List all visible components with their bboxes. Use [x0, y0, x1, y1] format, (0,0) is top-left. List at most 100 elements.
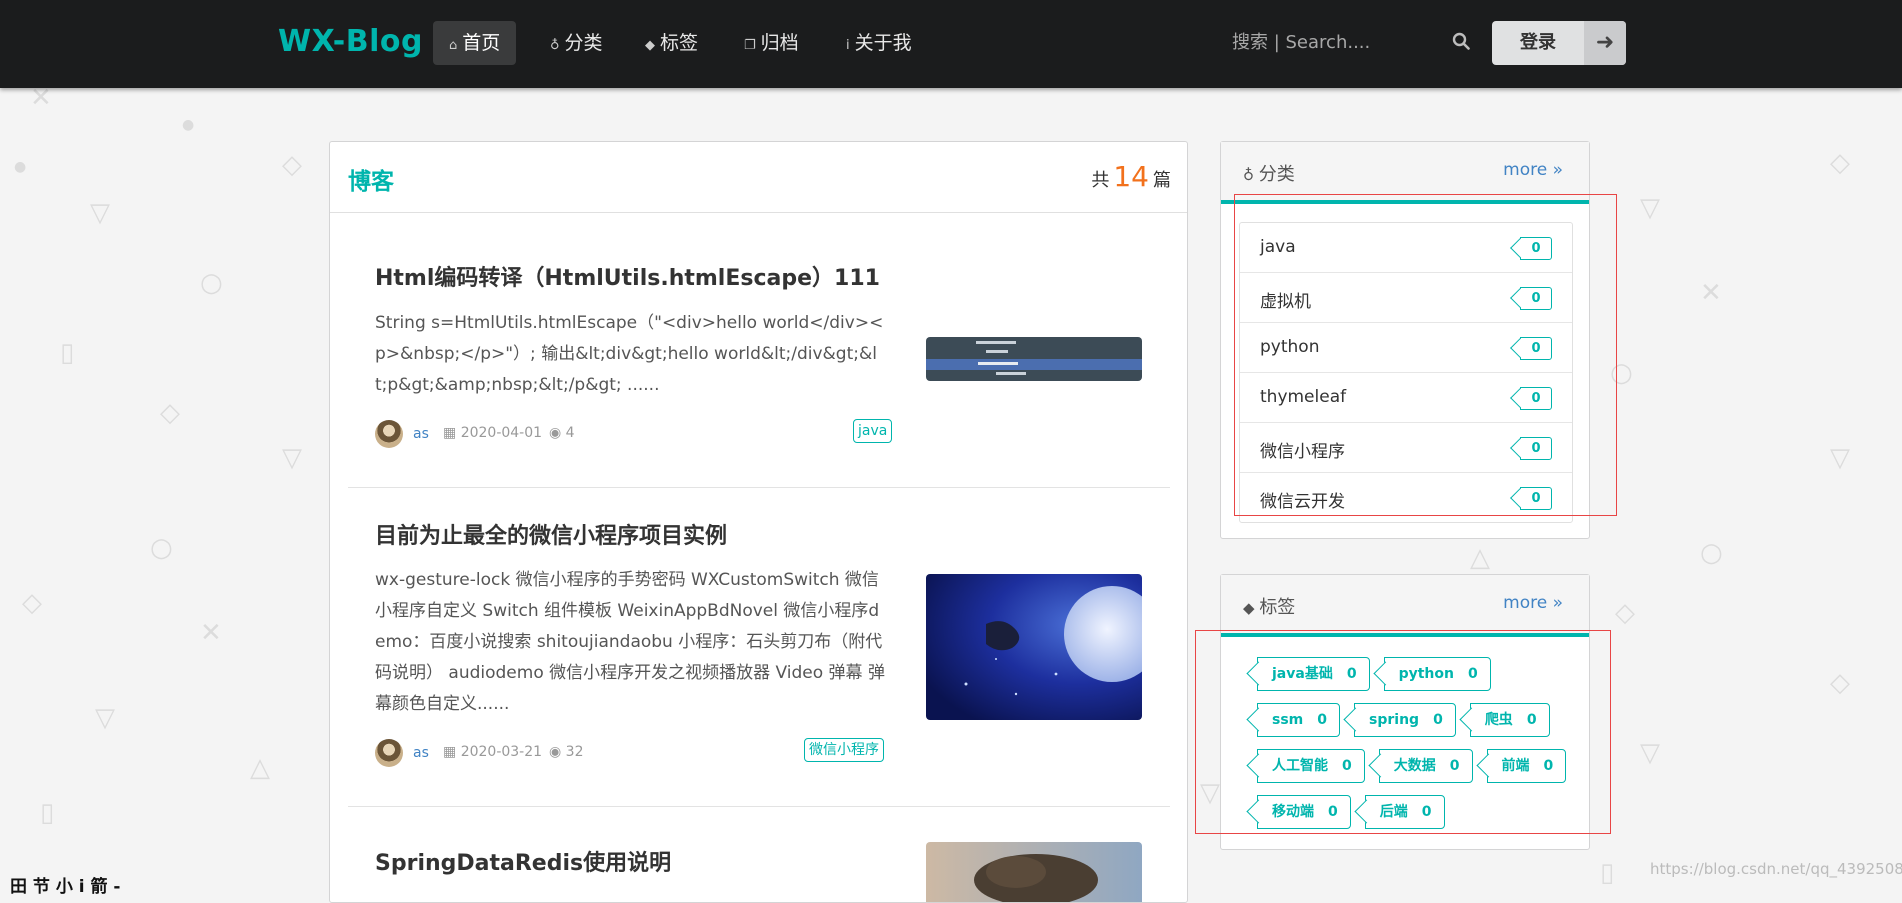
bg-shape: ○ — [150, 533, 173, 563]
count-prefix: 共 — [1091, 170, 1110, 191]
login-label: 登录 — [1520, 32, 1556, 53]
info-icon: i — [846, 38, 850, 53]
tag-label[interactable]: 后端 0 — [1364, 795, 1445, 829]
tag-label[interactable]: 前端 0 — [1486, 749, 1567, 783]
post-title[interactable]: 目前为止最全的微信小程序项目实例 — [375, 518, 727, 550]
categories-more-link[interactable]: more » — [1503, 160, 1563, 180]
nav-item-about[interactable]: i 关于我 — [830, 21, 928, 65]
nav-item-tags[interactable]: ◆ 标签 — [629, 21, 714, 65]
bg-shape: ◇ — [22, 588, 42, 618]
post-tag[interactable]: java — [853, 419, 893, 443]
bg-shape: ▽ — [1640, 738, 1660, 768]
post-author[interactable]: as — [413, 426, 429, 442]
avatar[interactable] — [375, 420, 403, 448]
code-tree-image — [926, 337, 1142, 381]
site-brand[interactable]: WX-Blog — [278, 24, 423, 59]
bg-shape: ▯ — [60, 338, 75, 368]
count-number: 14 — [1113, 160, 1149, 193]
post-excerpt: String s=HtmlUtils.htmlEscape（"<div>hell… — [375, 313, 884, 395]
blog-list-card: 博客 共 14 篇 Html编码转译（HtmlUtils.htmlEscape）11… — [329, 141, 1188, 903]
post-thumbnail[interactable] — [926, 574, 1142, 720]
nav-item-label: 归档 — [760, 32, 799, 54]
avatar[interactable] — [375, 739, 403, 767]
categories-card: ♁ 分类 more » java 0 虚拟机 0 python 0 thymeleaf… — [1220, 141, 1590, 539]
tags-title: ◆ 标签 — [1243, 593, 1295, 619]
post-date: ▦ 2020-04-01 — [443, 425, 542, 441]
tag-label[interactable]: java基础 0 — [1257, 657, 1370, 691]
login-button[interactable]: 登录 ➜ — [1492, 21, 1626, 65]
more-label: more — [1503, 160, 1548, 180]
category-name: 微信小程序 — [1260, 442, 1345, 462]
nav-item-label: 分类 — [564, 32, 603, 54]
calendar-icon: ▦ — [443, 744, 461, 760]
bg-shape: ◇ — [1830, 668, 1850, 698]
tag-label[interactable]: spring 0 — [1354, 703, 1456, 737]
post-date-value: 2020-04-01 — [460, 425, 543, 441]
bg-shape: ○ — [1610, 358, 1633, 388]
post-views-value: 4 — [565, 425, 575, 441]
category-item[interactable]: java 0 — [1240, 223, 1572, 273]
category-item[interactable]: thymeleaf 0 — [1240, 373, 1572, 423]
category-count-value: 0 — [1531, 391, 1541, 406]
category-name: java — [1260, 237, 1296, 257]
post-tag[interactable]: 微信小程序 — [804, 738, 884, 762]
tag-label[interactable]: 人工智能 0 — [1257, 749, 1365, 783]
search-input[interactable] — [1230, 31, 1434, 54]
category-item[interactable]: python 0 — [1240, 323, 1572, 373]
tag-name: 大数据 — [1393, 758, 1436, 774]
tag-count: 0 — [1526, 712, 1537, 728]
tag-name: 移动端 — [1272, 804, 1314, 820]
nav-item-archive[interactable]: ❐ 归档 — [728, 21, 815, 65]
tag-name: 人工智能 — [1272, 758, 1328, 774]
categories-header: ♁ 分类 more » — [1221, 142, 1589, 204]
tag-name: 前端 — [1501, 758, 1530, 774]
category-item[interactable]: 虚拟机 0 — [1240, 273, 1572, 323]
bg-shape: ● — [14, 159, 27, 175]
category-name: thymeleaf — [1260, 387, 1347, 407]
category-count: 0 — [1520, 337, 1552, 360]
bg-shape: ◇ — [282, 150, 302, 180]
post-thumbnail[interactable] — [926, 337, 1142, 381]
nav-item-label: 关于我 — [854, 32, 912, 54]
category-count: 0 — [1520, 437, 1552, 460]
post-title[interactable]: Html编码转译（HtmlUtils.htmlEscape）111 — [375, 260, 880, 292]
tag-count: 0 — [1543, 758, 1554, 774]
category-item[interactable]: 微信小程序 0 — [1240, 423, 1572, 473]
search-icon[interactable] — [1452, 32, 1470, 50]
post-title[interactable]: SpringDataRedis使用说明 — [375, 845, 671, 877]
category-count: 0 — [1520, 237, 1552, 260]
bg-shape: ○ — [1700, 538, 1723, 568]
post-views: ◉ 32 — [549, 744, 584, 760]
tag-count: 0 — [1421, 804, 1432, 820]
post-excerpt: wx-gesture-lock 微信小程序的手势密码 WXCustomSwitc… — [375, 570, 885, 714]
tag-label[interactable]: ssm 0 — [1257, 703, 1341, 737]
nav-item-label: 标签 — [660, 32, 699, 54]
bg-shape: ▽ — [1640, 193, 1660, 223]
tag-count: 0 — [1346, 666, 1357, 682]
bg-shape: ▽ — [95, 703, 115, 733]
more-label: more — [1503, 593, 1548, 613]
post-thumbnail[interactable] — [926, 842, 1142, 902]
bg-shape: ◇ — [160, 398, 180, 428]
nav-item-home[interactable]: ⌂ 首页 — [433, 21, 517, 65]
tags-more-link[interactable]: more » — [1503, 593, 1563, 613]
tag-label[interactable]: python 0 — [1383, 657, 1491, 691]
tag-name: ssm — [1272, 712, 1304, 728]
tag-label[interactable]: 爬虫 0 — [1469, 703, 1550, 737]
angle-double-right-icon: » — [1552, 593, 1563, 613]
bg-shape: △ — [1470, 543, 1490, 573]
category-name: 微信云开发 — [1260, 492, 1345, 512]
bottom-fragment: 田 节 小 i 箭 - — [10, 877, 121, 897]
bg-shape: ▯ — [1600, 858, 1615, 888]
tag-label[interactable]: 移动端 0 — [1257, 795, 1351, 829]
tag-name: spring — [1369, 712, 1420, 728]
post-author[interactable]: as — [413, 745, 429, 761]
tag-count: 0 — [1433, 712, 1443, 728]
lightbulb-icon: ♁ — [1243, 166, 1259, 184]
tag-name: python — [1398, 666, 1454, 682]
category-item[interactable]: 微信云开发 0 — [1240, 473, 1572, 522]
nav-item-categories[interactable]: ♁ 分类 — [534, 21, 619, 65]
category-count-value: 0 — [1531, 491, 1541, 506]
tag-label[interactable]: 大数据 0 — [1378, 749, 1473, 783]
categories-title: ♁ 分类 — [1243, 160, 1295, 186]
